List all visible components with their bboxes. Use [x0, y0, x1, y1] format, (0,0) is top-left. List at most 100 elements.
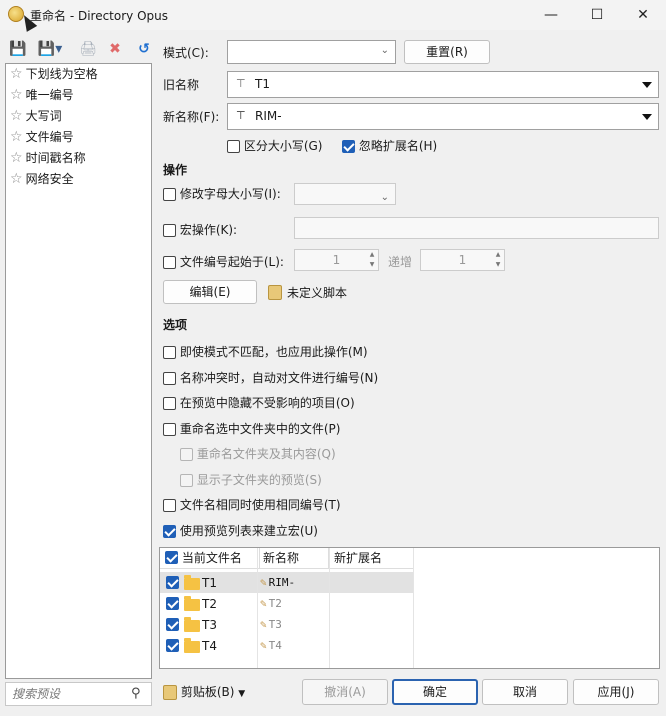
save-menu-icon[interactable]: 💾▾ [34, 40, 66, 58]
option-checkbox[interactable] [163, 346, 176, 359]
row-checkbox[interactable] [166, 597, 179, 610]
option-item[interactable]: 在预览中隐藏不受影响的项目(O) [163, 395, 355, 411]
chevron-down-icon: ▼ [238, 689, 246, 699]
preset-item-label: 唯一编号 [25, 88, 74, 102]
option-label: 显示子文件夹的预览(S) [196, 473, 322, 487]
increment-label: 递增 [388, 255, 413, 269]
new-name-combo[interactable]: ⊤ RIM- [227, 103, 659, 130]
preset-item[interactable]: ☆ 唯一编号 [10, 85, 74, 105]
preset-item[interactable]: ☆ 时间戳名称 [10, 148, 86, 168]
apply-button[interactable]: 应用(J) [573, 679, 659, 705]
numbering-checkbox[interactable] [163, 256, 176, 269]
change-case-combo: ⌄ [294, 183, 396, 205]
option-checkbox[interactable] [163, 372, 176, 385]
preset-item[interactable]: ☆ 文件编号 [10, 127, 74, 147]
maximize-button[interactable]: ☐ [574, 0, 620, 30]
new-name-value: RIM- [255, 109, 282, 123]
macro-field [294, 217, 659, 239]
option-label: 重命名选中文件夹中的文件(P) [179, 422, 341, 436]
preset-item-label: 时间戳名称 [25, 151, 86, 165]
increment-value: 1 [458, 253, 467, 267]
ignore-ext-checkbox[interactable] [342, 140, 355, 153]
clipboard-menu-button[interactable]: 剪贴板(B) ▼ [163, 680, 245, 704]
preview-grid[interactable]: 当前文件名 新名称 新扩展名 T1 ✎ RIM- T2 ✎ T2 T3 ✎ T3 T4 ✎ T4 [159, 547, 660, 669]
options-heading: 选项 [163, 318, 188, 332]
row-checkbox[interactable] [166, 639, 179, 652]
macro-checkbox[interactable] [163, 224, 176, 237]
spin-down-icon: ▼ [369, 261, 375, 268]
option-label: 使用预览列表来建立宏(U) [179, 524, 318, 538]
undo-button: 撤消(A) [302, 679, 388, 705]
preset-item[interactable]: ☆ 大写词 [10, 106, 62, 126]
option-label: 重命名文件夹及其内容(Q) [196, 447, 336, 461]
row-checkbox[interactable] [166, 618, 179, 631]
row-checkbox[interactable] [166, 576, 179, 589]
chevron-down-icon [642, 81, 652, 88]
numbering-label: 文件编号起始于(L): [179, 255, 284, 269]
table-row[interactable]: T4 ✎ T4 [160, 635, 413, 656]
save-preset-icon[interactable]: 💾 [9, 40, 27, 58]
undo-icon[interactable]: ↺ [134, 40, 154, 58]
reset-button[interactable]: 重置(R) [404, 40, 490, 64]
preset-item[interactable]: ☆ 下划线为空格 [10, 64, 98, 84]
star-icon: ☆ [10, 129, 23, 145]
star-icon: ☆ [10, 171, 23, 187]
option-item: 显示子文件夹的预览(S) [180, 472, 322, 488]
old-name-value: T1 [255, 77, 270, 91]
search-input[interactable]: 搜索预设 [5, 682, 152, 706]
tag-icon: ✎ [260, 576, 267, 589]
delete-icon[interactable]: ✖ [106, 40, 124, 58]
tag-icon: ✎ [260, 597, 267, 610]
case-sensitive-label: 区分大小写(G) [243, 139, 323, 153]
preset-item-label: 大写词 [25, 109, 62, 123]
row-new-name: T4 [268, 639, 282, 652]
option-checkbox[interactable] [163, 423, 176, 436]
spin-down-icon: ▼ [495, 261, 501, 268]
chevron-down-icon: ⌄ [380, 192, 389, 203]
row-new-name: T3 [268, 618, 282, 631]
option-item[interactable]: 文件名相同时使用相同编号(T) [163, 497, 341, 513]
numbering-start-value: 1 [332, 253, 341, 267]
numbering-start-stepper: 1 ▲ ▼ [294, 249, 379, 271]
ok-button[interactable]: 确定 [392, 679, 478, 705]
option-checkbox[interactable] [163, 525, 176, 538]
grid-col-ext[interactable]: 新扩展名 [329, 548, 414, 569]
option-checkbox [180, 448, 193, 461]
option-label: 名称冲突时，自动对文件进行编号(N) [179, 371, 379, 385]
mode-combo[interactable]: ⌄ [227, 40, 396, 64]
folder-icon [184, 616, 200, 632]
print-icon[interactable]: 🖨 [79, 40, 97, 58]
preset-item[interactable]: ☆ 网络安全 [10, 169, 74, 189]
grid-col-current-label: 当前文件名 [181, 551, 242, 565]
case-sensitive-checkbox[interactable] [227, 140, 240, 153]
change-case-option[interactable]: 修改字母大小写(I): [163, 186, 281, 202]
old-name-combo[interactable]: ⊤ T1 [227, 71, 659, 98]
option-item[interactable]: 即使模式不匹配，也应用此操作(M) [163, 344, 368, 360]
table-row[interactable]: T3 ✎ T3 [160, 614, 413, 635]
numbering-option[interactable]: 文件编号起始于(L): [163, 254, 284, 270]
close-button[interactable]: ✕ [620, 0, 666, 30]
option-checkbox[interactable] [163, 397, 176, 410]
row-new-name: T2 [268, 597, 282, 610]
edit-button[interactable]: 编辑(E) [163, 280, 257, 304]
change-case-checkbox[interactable] [163, 188, 176, 201]
grid-col-new[interactable]: 新名称 [257, 548, 329, 569]
table-row[interactable]: T2 ✎ T2 [160, 593, 413, 614]
folder-icon [184, 637, 200, 653]
case-sensitive-option[interactable]: 区分大小写(G) [227, 138, 323, 154]
script-icon [268, 285, 282, 300]
minimize-button[interactable]: — [528, 0, 574, 30]
select-all-checkbox[interactable] [165, 551, 178, 564]
option-item[interactable]: 重命名选中文件夹中的文件(P) [163, 421, 340, 437]
macro-option[interactable]: 宏操作(K): [163, 222, 237, 238]
ignore-ext-option[interactable]: 忽略扩展名(H) [342, 138, 437, 154]
cancel-button[interactable]: 取消 [482, 679, 568, 705]
tree-icon: ⊤ [236, 109, 246, 122]
table-row[interactable]: T1 ✎ RIM- [160, 572, 413, 593]
option-checkbox [180, 474, 193, 487]
grid-col-current[interactable]: 当前文件名 [165, 548, 260, 569]
option-item[interactable]: 名称冲突时，自动对文件进行编号(N) [163, 370, 378, 386]
option-item[interactable]: 使用预览列表来建立宏(U) [163, 523, 318, 539]
search-icon[interactable]: ⚲ [131, 686, 141, 701]
option-checkbox[interactable] [163, 499, 176, 512]
